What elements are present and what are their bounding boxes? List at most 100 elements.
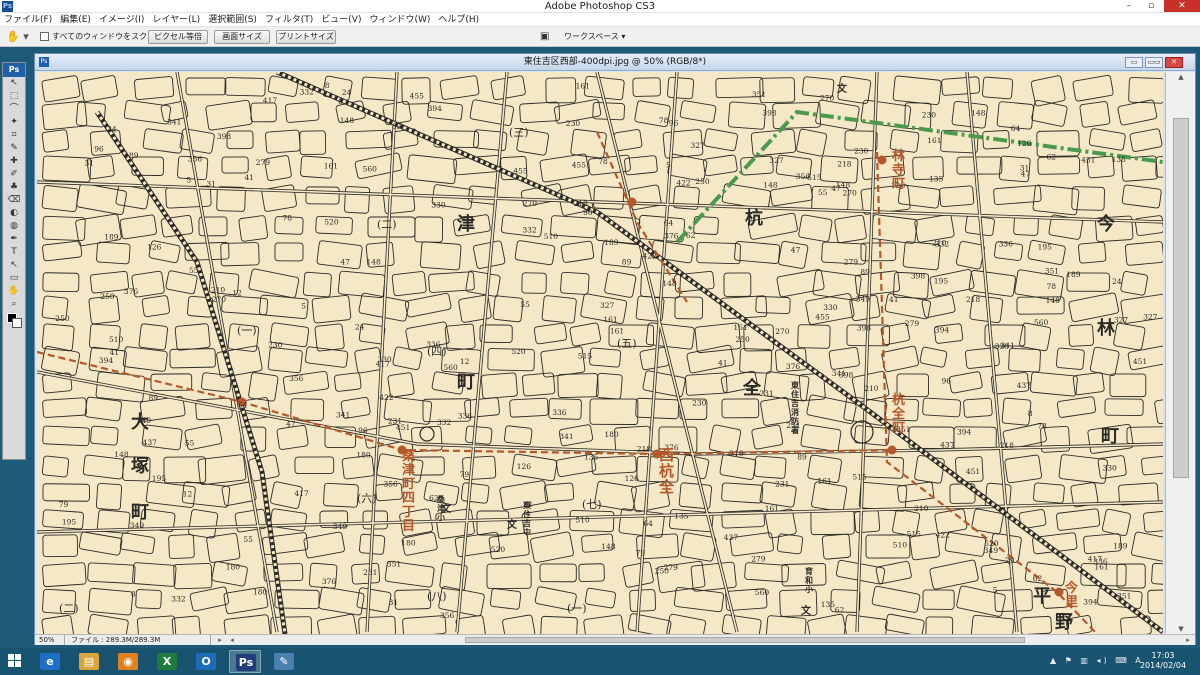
horizontal-scroll-thumb[interactable] [465, 637, 1025, 643]
tray-icons[interactable]: ▲ ⚑ ▥ ◂) ⌨ A [1050, 656, 1144, 665]
print-size-button[interactable]: プリントサイズ [276, 30, 336, 44]
taskbar-app-1[interactable]: ▤ [73, 650, 105, 673]
taskbar-app-3[interactable]: X [151, 650, 183, 673]
block-number: 161 [610, 327, 624, 336]
fit-screen-button[interactable]: 画面サイズ [214, 30, 270, 44]
block-number: 218 [1000, 441, 1015, 450]
block-number: 126 [517, 462, 532, 471]
map-canvas[interactable]: 341 336 349 351 356 398 394 376 327 330 332 270 279 2… [37, 72, 1163, 634]
station-label-char: 桑 [401, 448, 416, 464]
block-number: 8 [131, 590, 136, 599]
menu-item-1[interactable]: 編集(E) [56, 13, 95, 27]
block-number: 96 [358, 426, 368, 435]
doc-minimize-button[interactable]: ▭ [1125, 57, 1143, 68]
block-number: 394 [1083, 598, 1098, 607]
vertical-scroll-thumb[interactable] [1173, 118, 1189, 478]
block-number: 47 [286, 419, 296, 428]
doc-restore-button[interactable]: ▭▭ [1145, 57, 1163, 68]
block-number: 349 [856, 294, 871, 303]
taskbar-app-5[interactable]: Ps [229, 650, 261, 673]
tool-icon-0[interactable]: ↖ [3, 77, 25, 90]
tool-icon-15[interactable]: ▭ [3, 272, 25, 285]
menu-item-6[interactable]: ビュー(V) [317, 13, 365, 27]
tool-icon-4[interactable]: ⌗ [3, 129, 25, 142]
workspace-menu[interactable]: ワークスペース ▾ [564, 31, 625, 43]
vertical-scrollbar[interactable]: ▲ ▼ [1165, 72, 1195, 634]
tool-icon-13[interactable]: T [3, 246, 25, 259]
tool-icon-1[interactable]: ⬚ [3, 90, 25, 103]
block-number: 24 [107, 124, 117, 133]
block-number: 515 [578, 352, 593, 361]
actual-pixels-button[interactable]: ピクセル等倍 [148, 30, 208, 44]
block-number: 230 [854, 147, 869, 156]
menu-item-2[interactable]: イメージ(I) [95, 13, 149, 27]
menu-item-0[interactable]: ファイル(F) [0, 13, 56, 27]
tool-icon-11[interactable]: ◍ [3, 220, 25, 233]
block-number: 64 [1011, 124, 1021, 133]
checkbox-box[interactable] [40, 32, 49, 41]
block-number: 64 [643, 519, 653, 528]
tool-icon-17[interactable]: ⌕ [3, 298, 25, 311]
document-titlebar[interactable]: Ps 東住吉区西部-400dpi.jpg @ 50% (RGB/8*) ▭ ▭▭… [35, 54, 1195, 71]
block-number: 417 [376, 360, 391, 369]
menu-item-4[interactable]: 選択範囲(S) [204, 13, 261, 27]
tool-icon-12[interactable]: ✒ [3, 233, 25, 246]
block-number: 161 [1094, 563, 1108, 572]
taskbar-app-2[interactable]: ◉ [112, 650, 144, 673]
close-button[interactable]: ✕ [1164, 0, 1200, 12]
block-number: 231 [759, 389, 773, 398]
scroll-down-arrow[interactable]: ▼ [1166, 624, 1196, 634]
block-number: 5 [993, 585, 998, 594]
workspace-icon[interactable]: ▣ [540, 31, 554, 42]
block-number: 270 [820, 94, 835, 103]
status-menu-arrow[interactable]: ▸ [215, 635, 225, 645]
block-number: 422 [936, 530, 951, 539]
block-number: 180 [401, 538, 416, 547]
menu-item-7[interactable]: ウィンドウ(W) [365, 13, 434, 27]
doc-close-button[interactable]: ✕ [1165, 57, 1183, 68]
background-color-swatch[interactable] [12, 318, 22, 328]
station-label-char: 杭 [892, 392, 905, 408]
block-number: 180 [253, 587, 268, 596]
taskbar-app-4[interactable]: O [190, 650, 222, 673]
tool-icon-10[interactable]: ◐ [3, 207, 25, 220]
block-number: 55 [243, 535, 253, 544]
district-label: 林 [1097, 317, 1115, 339]
scroll-right-arrow[interactable]: ▸ [1183, 635, 1193, 645]
menu-item-3[interactable]: レイヤー(L) [148, 13, 204, 27]
block-number: 437 [724, 533, 739, 542]
block-number: 161 [324, 161, 338, 170]
tool-icon-14[interactable]: ↖ [3, 259, 25, 272]
menu-item-8[interactable]: ヘルプ(H) [434, 13, 483, 27]
ps-badge[interactable]: Ps [3, 63, 25, 77]
block-number: 376 [124, 287, 139, 296]
tool-icon-5[interactable]: ✎ [3, 142, 25, 155]
block-number: 78 [1047, 282, 1057, 291]
tool-icon-16[interactable]: ✋ [3, 285, 25, 298]
scroll-left-arrow[interactable]: ◂ [227, 635, 237, 645]
block-number: 195 [62, 517, 77, 526]
tool-icon-9[interactable]: ⌫ [3, 194, 25, 207]
hand-tool-icon[interactable]: ✋ ▾ [6, 30, 34, 44]
clock[interactable]: 17:03 2014/02/04 [1138, 651, 1188, 671]
block-number: 89 [622, 258, 632, 267]
block-number: 330 [431, 200, 446, 209]
maximize-button[interactable]: ▫ [1140, 0, 1162, 12]
block-number: 376 [322, 577, 337, 586]
tool-icon-7[interactable]: ✐ [3, 168, 25, 181]
minimize-button[interactable]: – [1118, 0, 1140, 12]
taskbar-app-0[interactable]: e [34, 650, 66, 673]
tram-stop-marker [887, 445, 897, 455]
scroll-up-arrow[interactable]: ▲ [1166, 72, 1196, 82]
tool-icon-2[interactable]: ⌒ [3, 103, 25, 116]
taskbar-app-6[interactable]: ✎ [268, 650, 300, 673]
windows-start-button[interactable] [8, 654, 22, 668]
district-label: 今 [1097, 213, 1116, 235]
block-number: 31 [389, 598, 399, 607]
block-number: 417 [294, 489, 309, 498]
zoom-field[interactable]: 50% [39, 635, 65, 645]
menu-item-5[interactable]: フィルタ(T) [261, 13, 317, 27]
tool-icon-8[interactable]: ♣ [3, 181, 25, 194]
tool-icon-6[interactable]: ✚ [3, 155, 25, 168]
tool-icon-3[interactable]: ✦ [3, 116, 25, 129]
